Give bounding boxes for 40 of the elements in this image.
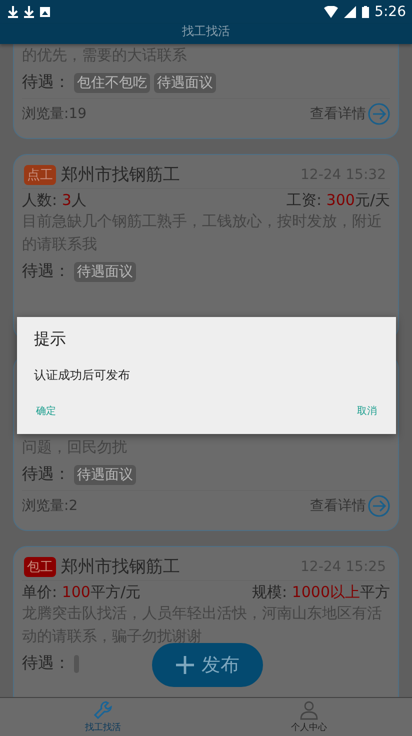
clock: 5:26 — [374, 4, 406, 20]
job-title: 郑州市找钢筋工 — [61, 164, 181, 186]
download-icon — [8, 6, 18, 18]
stat-text: 工资: 300元/天 — [286, 191, 390, 210]
nav-tab[interactable]: 个人中心 — [206, 698, 412, 736]
dialog-message: 认证成功后可发布 — [34, 367, 131, 384]
benefits-label: 待遇： — [22, 72, 70, 93]
stat-text: 单价: 100平方/元 — [22, 583, 141, 602]
benefit-tag: 包住不包吃 — [74, 72, 150, 92]
header-title: 找工找活 — [182, 24, 230, 38]
benefits-label: 待遇： — [22, 261, 70, 282]
benefits-label: 待遇： — [22, 653, 70, 674]
wifi-icon — [324, 6, 338, 18]
arrow-circle-icon — [368, 495, 390, 517]
dialog-button[interactable]: 确定 — [34, 404, 58, 418]
view-details-link[interactable]: 查看详情 — [310, 497, 366, 515]
stat-text: 人数: 3人 — [22, 191, 86, 210]
arrow-circle-icon — [368, 103, 390, 125]
view-details-link[interactable]: 查看详情 — [310, 105, 366, 123]
benefit-tag: 待遇面议 — [74, 464, 136, 484]
dialog-title: 提示 — [34, 329, 67, 350]
view-count: 浏览量:2 — [22, 497, 79, 515]
dialog-button[interactable]: 取消 — [355, 404, 379, 418]
person-icon — [299, 700, 319, 720]
job-type-tag: 点工 — [24, 164, 56, 184]
image-icon — [40, 7, 50, 17]
plus-icon — [176, 656, 194, 674]
benefit-tag: 待遇面议 — [154, 72, 216, 92]
nav-tab[interactable]: 找工找活 — [0, 698, 206, 736]
signal-icon — [344, 6, 356, 18]
publish-button[interactable]: 发布 — [152, 643, 263, 687]
job-title: 郑州市找钢筋工 — [61, 556, 181, 578]
stat-text: 规模: 1000以上平方 — [252, 583, 390, 602]
battery-icon — [362, 6, 369, 18]
benefit-tag: 待遇面议 — [74, 262, 136, 282]
download-icon — [24, 6, 34, 18]
wrench-icon — [93, 700, 113, 720]
job-type-tag: 包工 — [24, 556, 56, 576]
benefits-label: 待遇： — [22, 464, 70, 485]
view-count: 浏览量:19 — [22, 105, 88, 123]
